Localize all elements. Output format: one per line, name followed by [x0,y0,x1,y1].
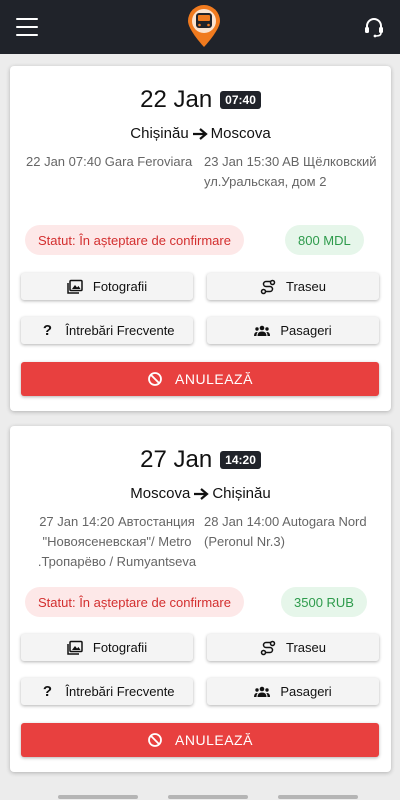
people-icon [254,325,271,336]
menu-button[interactable] [16,18,38,36]
booking-stops: 22 Jan 07:40 Gara Feroviara 23 Jan 15:30… [26,152,381,192]
route-button-label: Traseu [286,640,326,655]
photos-button[interactable]: Fotografii [21,634,193,661]
to-city: Chișinău [212,485,271,502]
booking-card: 22 Jan 07:40 Chișinău Moscova 22 Jan 07:… [10,66,391,411]
cancel-booking-button[interactable]: ANULEAZĂ [21,362,379,396]
hamburger-line [16,34,38,36]
passengers-button-label: Pasageri [280,684,332,699]
status-badge: Statut: În așteptare de confirmare [25,587,244,617]
photos-button-label: Fotografii [92,279,148,294]
route-button-label: Traseu [286,279,326,294]
status-badge: Statut: În așteptare de confirmare [25,225,244,255]
booking-date-row: 22 Jan 07:40 [10,86,391,114]
booking-route: Chișinău Moscova [10,125,391,142]
booking-time-badge: 07:40 [220,91,261,109]
booking-date-row: 27 Jan 14:20 [10,446,391,474]
route-icon [260,279,276,294]
faq-button[interactable]: ? Întrebări Frecvente [21,678,193,705]
booking-route: Moscova Chișinău [10,485,391,502]
faq-button[interactable]: ? Întrebări Frecvente [21,317,193,344]
route-icon [260,640,276,655]
photos-icon [67,640,83,655]
top-app-bar [0,0,400,54]
hamburger-icon [16,18,38,20]
hamburger-line [16,26,38,28]
faq-button-label: Întrebări Frecvente [65,323,175,338]
scroll-segment [58,795,138,799]
route-button[interactable]: Traseu [207,273,379,300]
arrival-info: 28 Jan 14:00 Autogara Nord (Peronul Nr.3… [204,514,367,549]
passengers-button-label: Pasageri [280,323,332,338]
question-icon: ? [42,322,53,339]
photos-icon [67,279,83,294]
from-city: Moscova [130,485,191,502]
cancel-button-label: ANULEAZĂ [175,732,253,748]
route-button[interactable]: Traseu [207,634,379,661]
booking-card: 27 Jan 14:20 Moscova Chișinău 27 Jan 14:… [10,426,391,772]
booking-date: 27 Jan [140,446,213,473]
question-icon: ? [42,683,53,700]
passengers-button[interactable]: Pasageri [207,678,379,705]
from-city: Chișinău [130,125,189,142]
block-icon [148,372,162,386]
photos-button[interactable]: Fotografii [21,273,193,300]
passengers-button[interactable]: Pasageri [207,317,379,344]
booking-stops: 27 Jan 14:20 Автостанция "Новоясеневская… [30,512,381,572]
arrow-right-icon [194,487,210,500]
to-city: Moscova [210,125,271,142]
arrow-right-icon [192,127,208,140]
booking-date: 22 Jan [140,86,213,113]
people-icon [254,686,271,697]
arrival-info: 23 Jan 15:30 AB Щёлковский ул.Уральская,… [204,154,377,189]
headset-icon[interactable] [362,15,386,39]
departure-info: 22 Jan 07:40 Gara Feroviara [26,154,193,169]
booking-time-badge: 14:20 [220,451,261,469]
faq-button-label: Întrebări Frecvente [65,684,175,699]
bus-pin-logo[interactable] [186,4,222,48]
photos-button-label: Fotografii [92,640,148,655]
price-badge: 800 MDL [285,225,364,255]
cancel-booking-button[interactable]: ANULEAZĂ [21,723,379,757]
scroll-segment [278,795,358,799]
scroll-segment [168,795,248,799]
cancel-button-label: ANULEAZĂ [175,371,253,387]
bottom-scroll-indicator [58,795,358,799]
departure-info: 27 Jan 14:20 Автостанция "Новоясеневская… [37,514,197,569]
price-badge: 3500 RUB [281,587,367,617]
block-icon [148,733,162,747]
